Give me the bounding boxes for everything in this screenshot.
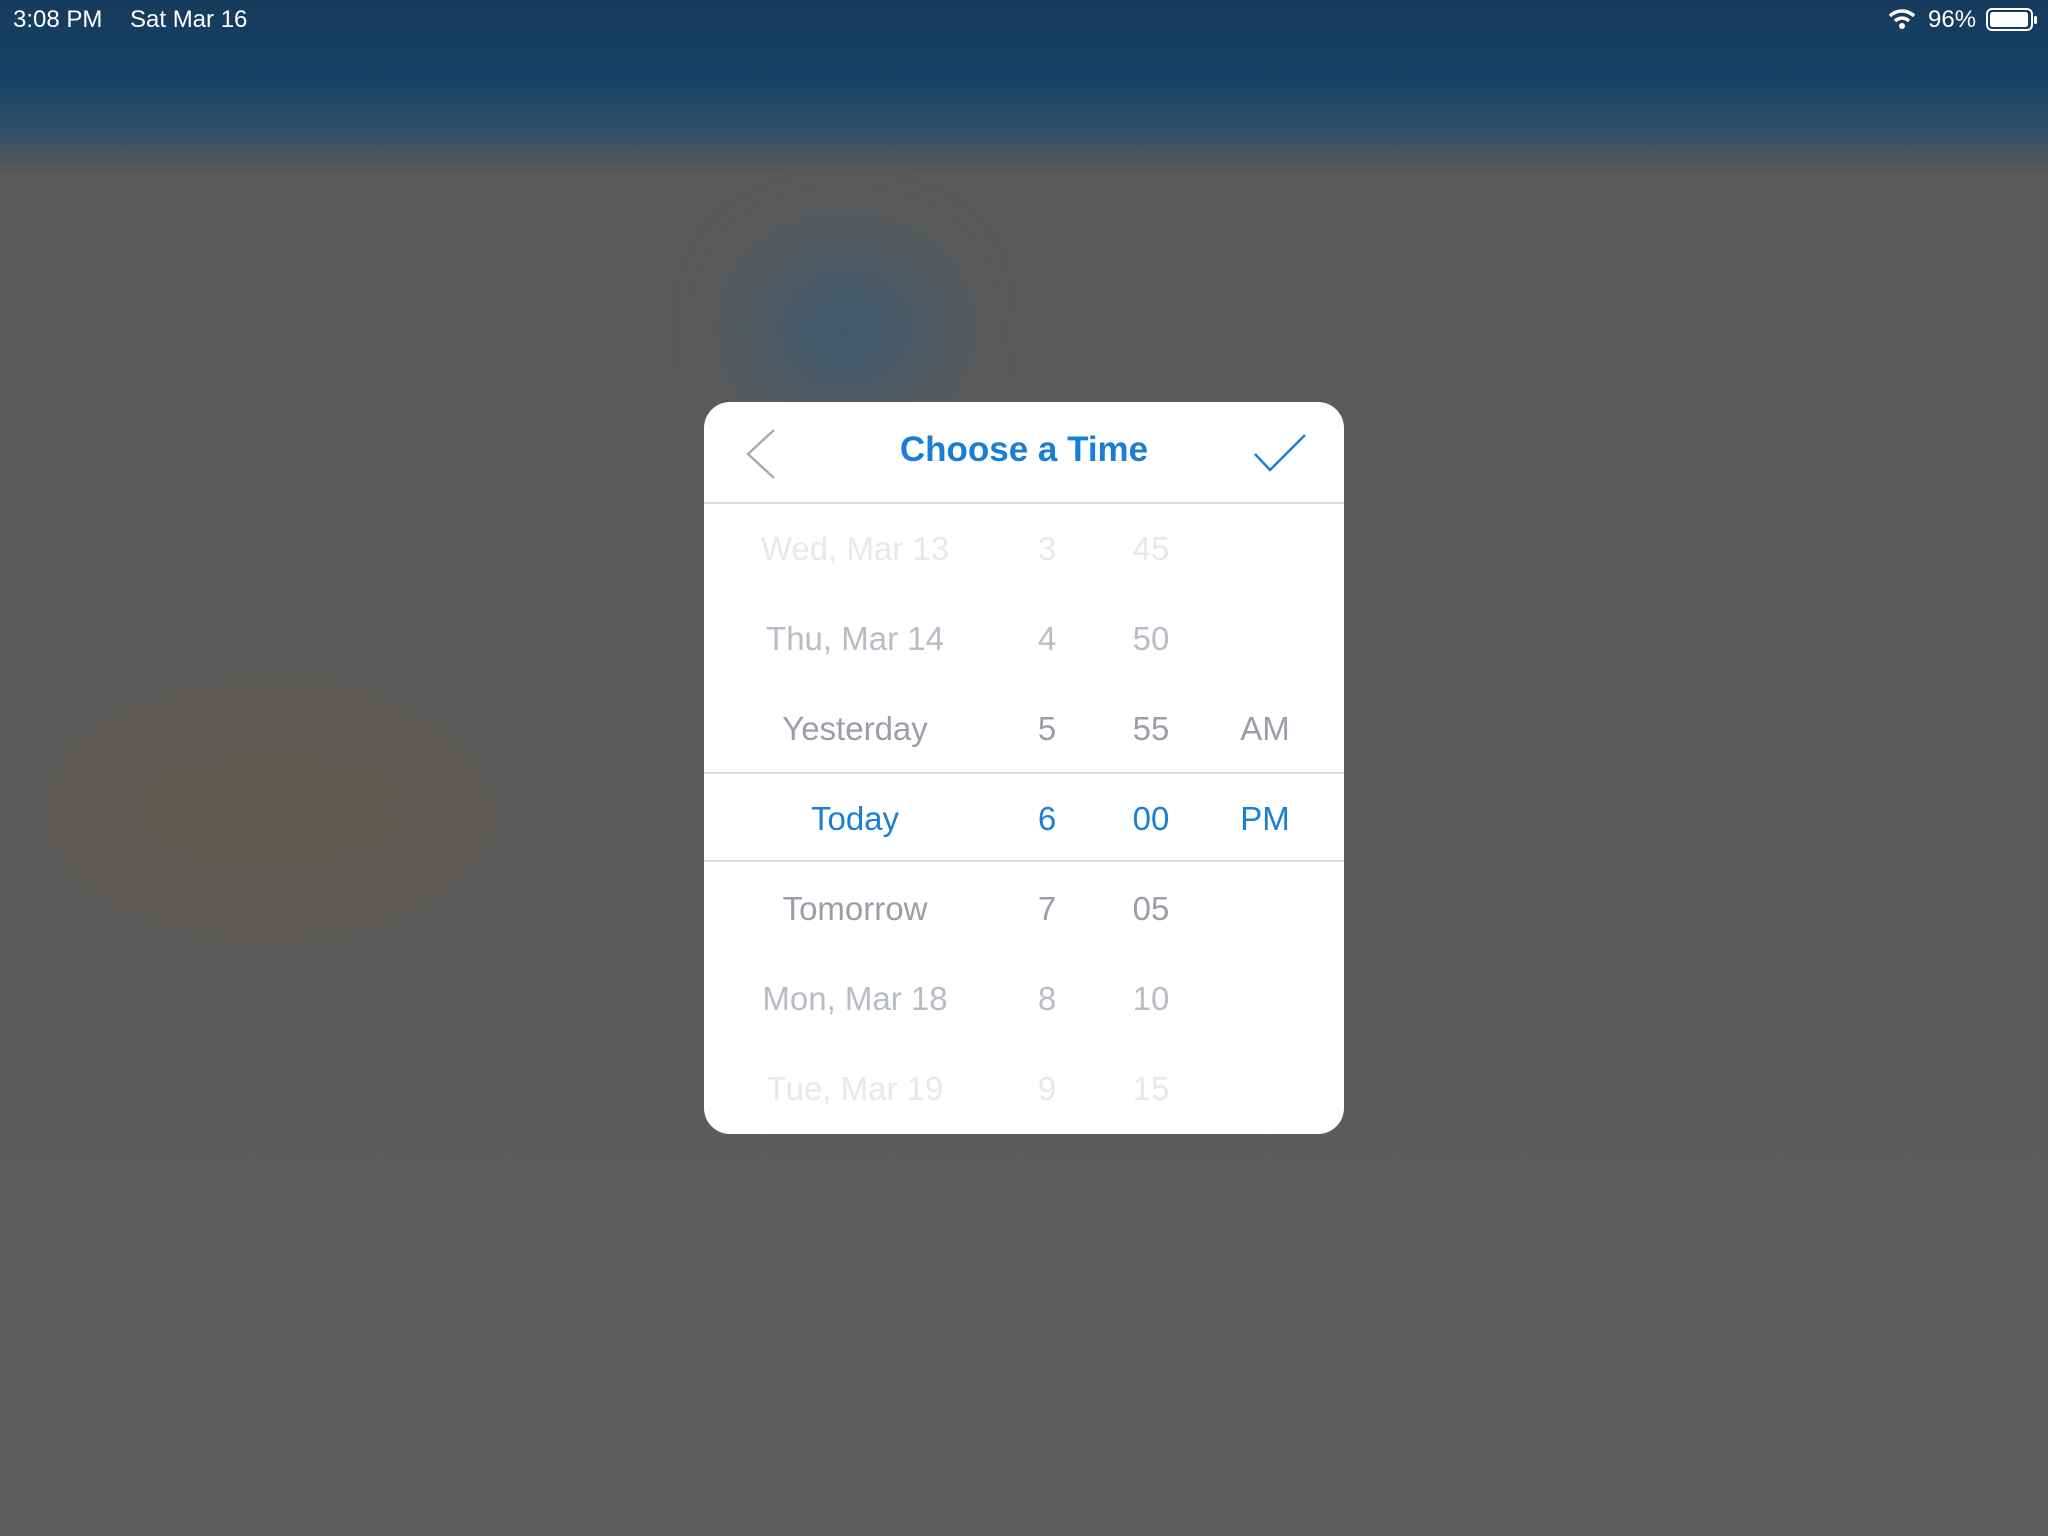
day-option[interactable]: Yesterday [782,684,928,774]
checkmark-icon[interactable] [1252,432,1308,476]
minute-option[interactable]: 10 [1133,954,1170,1044]
hour-option[interactable]: 8 [1038,954,1056,1044]
background-blur [40,680,500,940]
minute-option[interactable]: 15 [1133,1044,1170,1134]
day-option[interactable]: Tomorrow [783,864,928,954]
battery-icon [1986,8,2037,31]
day-option[interactable]: Thu, Mar 14 [766,594,944,684]
wifi-icon [1888,9,1916,29]
day-option[interactable]: Tue, Mar 19 [767,1044,944,1134]
hour-option[interactable]: 5 [1038,684,1056,774]
background-blur [760,260,930,400]
minute-option[interactable]: 50 [1133,594,1170,684]
day-option[interactable]: Mon, Mar 18 [762,954,947,1044]
hour-option[interactable]: 4 [1038,594,1056,684]
minute-option[interactable]: 55 [1133,684,1170,774]
hour-option[interactable]: 9 [1038,1044,1056,1134]
day-option-selected[interactable]: Today [811,774,899,864]
status-date: Sat Mar 16 [130,6,248,33]
hour-option[interactable]: 3 [1038,504,1056,594]
hour-option[interactable]: 7 [1038,864,1056,954]
status-time: 3:08 PM [13,6,103,33]
minute-option[interactable]: 05 [1133,864,1170,954]
day-option[interactable]: Wed, Mar 13 [761,504,949,594]
period-option-selected[interactable]: PM [1240,774,1290,864]
hour-option-selected[interactable]: 6 [1038,774,1056,864]
minute-option[interactable]: 45 [1133,504,1170,594]
minute-option-selected[interactable]: 00 [1133,774,1170,864]
period-option[interactable]: AM [1240,684,1290,774]
dialog-title: Choose a Time [899,430,1149,469]
battery-percent: 96% [1928,6,1977,33]
status-bar: 3:08 PM Sat Mar 16 96% [0,0,2048,40]
time-picker-dialog: Choose a Time Wed, Mar 13 Thu, Mar 14 Ye… [704,402,1344,1134]
dialog-header: Choose a Time [704,402,1344,504]
